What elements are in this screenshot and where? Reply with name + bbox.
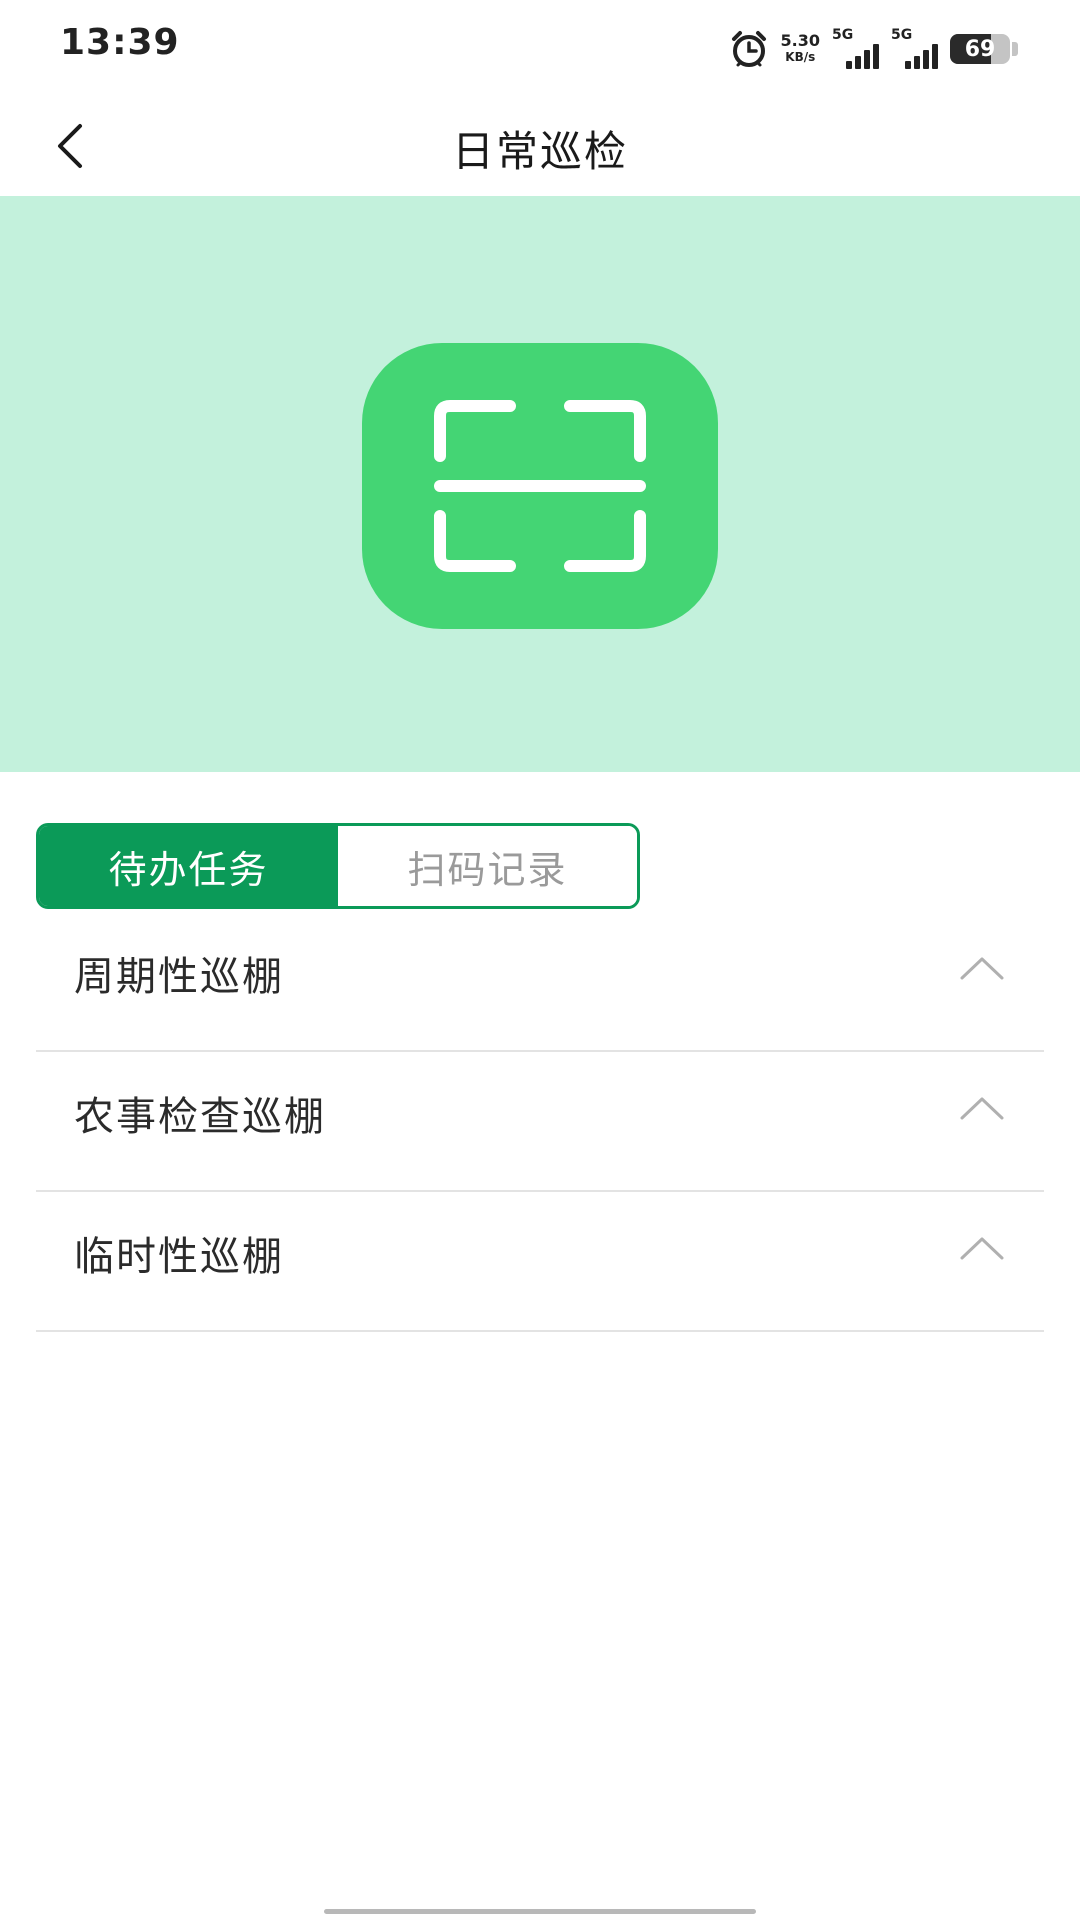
task-list: 周期性巡棚 农事检查巡棚 临时性巡棚	[36, 912, 1044, 1332]
nav-bar: 日常巡检	[0, 96, 1080, 196]
battery-icon: 69	[950, 34, 1010, 64]
battery-level: 69	[964, 36, 996, 62]
network-speed: 5.30 KB/s	[781, 32, 820, 66]
signal-1-label: 5G	[832, 27, 854, 43]
status-bar: 13:39 5.30 KB/s 5G 5G 69	[0, 0, 1080, 96]
chevron-up-icon	[958, 1228, 1006, 1268]
signal-icon: 5G	[891, 27, 938, 69]
tab-scan-records[interactable]: 扫码记录	[338, 826, 637, 906]
list-item-label: 周期性巡棚	[74, 954, 284, 1000]
home-indicator[interactable]	[324, 1909, 756, 1914]
list-item-label: 临时性巡棚	[74, 1234, 284, 1280]
network-speed-unit: KB/s	[785, 50, 816, 64]
chevron-up-icon	[958, 1088, 1006, 1128]
scan-icon	[434, 400, 646, 572]
list-item-label: 农事检查巡棚	[74, 1094, 326, 1140]
tab-bar: 待办任务 扫码记录	[36, 823, 640, 909]
status-icons: 5.30 KB/s 5G 5G 69	[729, 27, 1018, 70]
list-item-periodic-inspection[interactable]: 周期性巡棚	[36, 912, 1044, 1052]
list-item-farming-inspection[interactable]: 农事检查巡棚	[36, 1052, 1044, 1192]
list-item-temporary-inspection[interactable]: 临时性巡棚	[36, 1192, 1044, 1332]
signal-2-label: 5G	[891, 27, 913, 43]
signal-icon: 5G	[832, 27, 879, 69]
chevron-up-icon	[958, 948, 1006, 988]
page-title: 日常巡检	[451, 127, 628, 176]
scan-banner	[0, 196, 1080, 772]
tab-pending-tasks[interactable]: 待办任务	[39, 826, 338, 906]
alarm-icon	[729, 29, 769, 69]
network-speed-value: 5.30	[780, 31, 820, 50]
scan-button[interactable]	[362, 343, 718, 629]
battery-tip	[1012, 42, 1018, 56]
status-time: 13:39	[60, 22, 180, 63]
